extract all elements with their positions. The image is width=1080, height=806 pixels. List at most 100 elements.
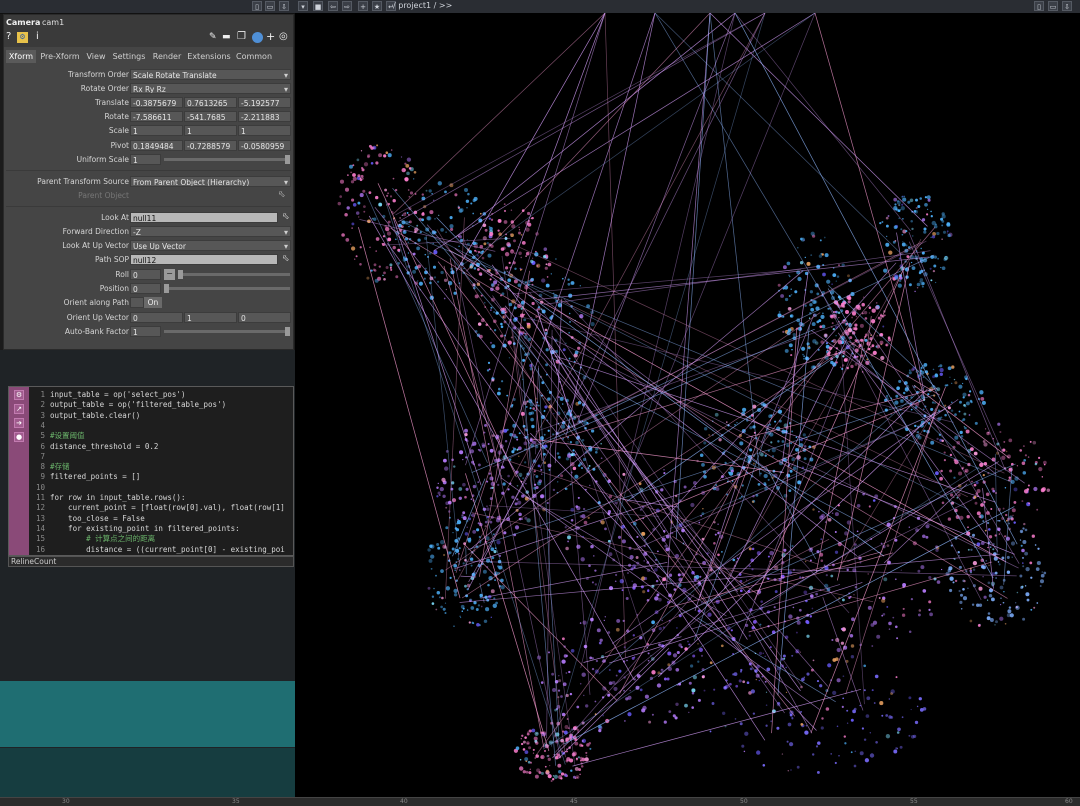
info-icon[interactable]: i bbox=[36, 31, 39, 43]
param-label: Pivot bbox=[110, 141, 129, 150]
uniform-scale-field[interactable]: 1 bbox=[130, 154, 161, 165]
pane-down-icon[interactable]: ⇩ bbox=[279, 1, 289, 11]
roll-slider[interactable] bbox=[178, 273, 290, 276]
pane-window-icon[interactable]: ▭ bbox=[265, 1, 275, 11]
forward-direction-menu[interactable]: -Z bbox=[130, 226, 291, 237]
pane-menu-icon[interactable]: ▾ bbox=[298, 1, 308, 11]
position-field[interactable]: 0 bbox=[130, 283, 161, 294]
orient-up-y-field[interactable]: 1 bbox=[184, 312, 237, 323]
code-line[interactable]: 5 #设置阈值 bbox=[31, 431, 84, 441]
parent-transform-source-menu[interactable]: From Parent Object (Hierarchy) bbox=[130, 176, 291, 187]
scale-y-field[interactable]: 1 bbox=[184, 125, 237, 136]
code-line[interactable]: 8 #存储 bbox=[31, 462, 69, 472]
copy-icon[interactable]: ❐ bbox=[237, 31, 246, 43]
code-line[interactable]: 16 distance = ((current_point[0] - exist… bbox=[31, 545, 285, 555]
param-label: Rotate Order bbox=[80, 84, 129, 93]
text-dat-editor[interactable]: ⚙ ↗ ➔ ● 1 input_table = op('select_pos') 2… bbox=[8, 386, 294, 556]
operator-name[interactable]: cam1 bbox=[42, 18, 64, 27]
code-line[interactable]: 13 too_close = False bbox=[31, 514, 145, 524]
orient-along-path-toggle[interactable]: On bbox=[144, 297, 162, 308]
auto-bank-factor-slider-knob[interactable] bbox=[285, 327, 290, 336]
param-orient-up-vector: Orient Up Vector 0 1 0 bbox=[4, 312, 293, 324]
param-look-at: Look At null11 ⬁ bbox=[4, 212, 293, 224]
orient-along-path-toggle-track[interactable] bbox=[130, 297, 144, 308]
rotate-order-menu[interactable]: Rx Ry Rz bbox=[130, 83, 291, 94]
tab-extensions[interactable]: Extensions bbox=[186, 50, 232, 63]
tab-render[interactable]: Render bbox=[150, 50, 184, 63]
teal-node-strip-dark[interactable] bbox=[0, 748, 295, 798]
add-icon[interactable]: + bbox=[266, 31, 275, 43]
particle-render[interactable] bbox=[295, 13, 1080, 797]
target-icon[interactable]: ◎ bbox=[279, 31, 288, 43]
translate-z-field[interactable]: -5.192577 bbox=[238, 97, 291, 108]
pivot-x-field[interactable]: 0.1849484 bbox=[130, 140, 183, 151]
tab-common[interactable]: Common bbox=[234, 50, 274, 63]
comment-icon[interactable]: ▬ bbox=[222, 31, 231, 43]
parent-object-picker-icon[interactable]: ⬁ bbox=[278, 190, 286, 200]
rotate-z-field[interactable]: -2.211883 bbox=[238, 111, 291, 122]
stop-icon[interactable]: ■ bbox=[313, 1, 323, 11]
path-sop-field[interactable]: null12 bbox=[130, 254, 278, 265]
tab-view[interactable]: View bbox=[84, 50, 108, 63]
pane-split-icon-right[interactable]: ▯ bbox=[1034, 1, 1044, 11]
pane-split-icon[interactable]: ▯ bbox=[252, 1, 262, 11]
tab-xform[interactable]: Xform bbox=[6, 50, 36, 63]
wrench-icon[interactable]: ✎ bbox=[209, 31, 217, 43]
position-slider[interactable] bbox=[164, 287, 290, 290]
auto-bank-factor-slider[interactable] bbox=[164, 330, 290, 333]
back-icon[interactable]: ⇦ bbox=[328, 1, 338, 11]
pivot-y-field[interactable]: -0.7288579 bbox=[184, 140, 237, 151]
settings-icon[interactable]: ⚙ bbox=[14, 390, 24, 400]
code-line[interactable]: 7 bbox=[31, 452, 50, 462]
network-path[interactable]: / project1 / >> bbox=[393, 1, 452, 10]
rotate-x-field[interactable]: -7.586611 bbox=[130, 111, 183, 122]
line-number: 9 bbox=[40, 472, 45, 482]
code-line[interactable]: 12 current_point = [float(row[0].val), f… bbox=[31, 503, 285, 513]
position-slider-knob[interactable] bbox=[164, 284, 169, 293]
graph-icon[interactable]: ↗ bbox=[14, 404, 24, 414]
bookmark-icon[interactable]: ★ bbox=[372, 1, 382, 11]
look-at-picker-icon[interactable]: ⬁ bbox=[282, 212, 290, 222]
roll-minus-icon[interactable]: − bbox=[164, 269, 175, 280]
help-icon[interactable]: ? bbox=[6, 31, 11, 43]
transform-order-menu[interactable]: Scale Rotate Translate bbox=[130, 69, 291, 80]
code-line[interactable]: 3 output_table.clear() bbox=[31, 411, 140, 421]
translate-y-field[interactable]: 0.7613265 bbox=[184, 97, 237, 108]
roll-field[interactable]: 0 bbox=[130, 269, 161, 280]
look-at-up-vector-menu[interactable]: Use Up Vector bbox=[130, 240, 291, 251]
code-line[interactable]: 14 for existing_point in filtered_points… bbox=[31, 524, 240, 534]
3d-viewport[interactable] bbox=[295, 13, 1080, 797]
orient-up-z-field[interactable]: 0 bbox=[238, 312, 291, 323]
uniform-scale-slider-knob[interactable] bbox=[285, 155, 290, 164]
translate-x-field[interactable]: -0.3875679 bbox=[130, 97, 183, 108]
code-line[interactable]: 4 bbox=[31, 421, 50, 431]
orient-up-x-field[interactable]: 0 bbox=[130, 312, 183, 323]
scale-z-field[interactable]: 1 bbox=[238, 125, 291, 136]
scale-x-field[interactable]: 1 bbox=[130, 125, 183, 136]
code-line[interactable]: 2 output_table = op('filtered_table_pos') bbox=[31, 400, 226, 410]
pane-window-icon-right[interactable]: ▭ bbox=[1048, 1, 1058, 11]
roll-slider-knob[interactable] bbox=[178, 270, 183, 279]
path-sop-picker-icon[interactable]: ⬁ bbox=[282, 254, 290, 264]
code-line[interactable]: 9 filtered_points = [] bbox=[31, 472, 140, 482]
forward-icon[interactable]: ⇨ bbox=[342, 1, 352, 11]
pane-down-icon-right[interactable]: ⇩ bbox=[1062, 1, 1072, 11]
teal-node-strip[interactable] bbox=[0, 681, 295, 747]
code-line[interactable]: 10 bbox=[31, 483, 50, 493]
auto-bank-factor-field[interactable]: 1 bbox=[130, 326, 161, 337]
code-line[interactable]: 15 # 计算点之间的距离 bbox=[31, 534, 155, 544]
arrow-icon[interactable]: ➔ bbox=[14, 418, 24, 428]
home-icon[interactable]: + bbox=[358, 1, 368, 11]
python-alt-icon[interactable] bbox=[252, 32, 263, 43]
tab-pre-xform[interactable]: Pre-Xform bbox=[38, 50, 82, 63]
code-line[interactable]: 11 for row in input_table.rows(): bbox=[31, 493, 186, 503]
tab-settings[interactable]: Settings bbox=[110, 50, 148, 63]
rotate-y-field[interactable]: -541.7685 bbox=[184, 111, 237, 122]
bomb-icon[interactable]: ● bbox=[14, 432, 24, 442]
code-line[interactable]: 1 input_table = op('select_pos') bbox=[31, 390, 185, 400]
look-at-field[interactable]: null11 bbox=[130, 212, 278, 223]
uniform-scale-slider[interactable] bbox=[164, 158, 290, 161]
pivot-z-field[interactable]: -0.0580959 bbox=[238, 140, 291, 151]
code-line[interactable]: 6 distance_threshold = 0.2 bbox=[31, 442, 158, 452]
python-icon[interactable]: ⚙ bbox=[17, 32, 28, 43]
